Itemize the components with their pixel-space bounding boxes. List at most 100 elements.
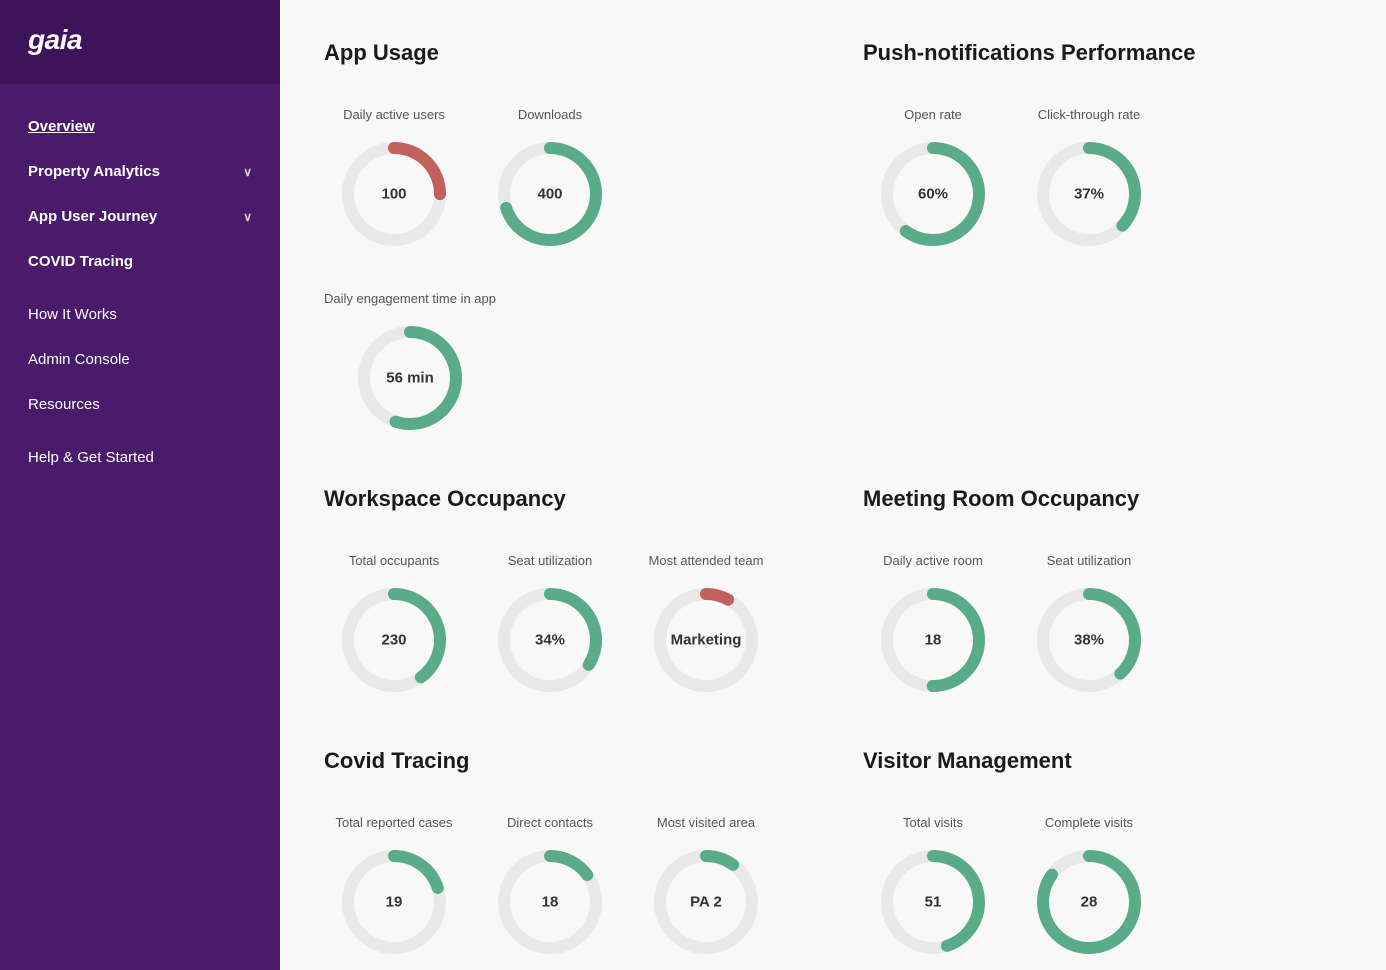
chevron-down-icon: ∨ (243, 165, 252, 179)
donut-chart: 19 (334, 842, 454, 962)
metric-label: Most visited area (657, 794, 755, 830)
donut-center-value: 400 (537, 186, 562, 203)
metric-card-pa2: Most visited area PA 2 (636, 794, 776, 962)
metric-card-38%: Seat utilization 38% (1019, 532, 1159, 700)
metric-label: Daily engagement time in app (324, 270, 496, 306)
metric-card-18: Direct contacts 18 (480, 794, 620, 962)
section-title: App Usage (324, 40, 803, 66)
sections-pair: App Usage Daily active users 100Downloads4… (324, 40, 1342, 486)
section-meeting-room-occupancy: Meeting Room Occupancy Daily active room 1… (863, 486, 1342, 700)
metric-label: Click-through rate (1038, 86, 1141, 122)
donut-chart: 28 (1029, 842, 1149, 962)
donut-chart: 56 min (350, 318, 470, 438)
section-title: Push-notifications Performance (863, 40, 1342, 66)
section-left: Workspace Occupancy Total occupants 230 Sea… (324, 486, 803, 748)
section-workspace-occupancy: Workspace Occupancy Total occupants 230 Sea… (324, 486, 803, 700)
metric-label: Total reported cases (335, 794, 452, 830)
donut-chart: Marketing (646, 580, 766, 700)
sidebar-item-label: Property Analytics (28, 163, 160, 180)
metrics-row: Open rate60% Click-through rate 37% (863, 86, 1342, 254)
donut-center-value: 18 (925, 632, 942, 649)
sidebar-item-property-analytics[interactable]: Property Analytics ∨ (0, 149, 280, 194)
sidebar-item-covid-tracing[interactable]: COVID Tracing (0, 239, 280, 284)
metrics-row: Daily active room 18 Seat utilization 38% (863, 532, 1342, 700)
section-right: Push-notifications Performance Open rate6… (863, 40, 1342, 486)
section-covid-tracing: Covid Tracing Total reported cases 19 Direc… (324, 748, 803, 962)
logo: gaia (0, 0, 280, 84)
metric-card-100: Daily active users 100 (324, 86, 464, 254)
sidebar-item-how-it-works[interactable]: How It Works (0, 292, 280, 337)
sidebar-item-help[interactable]: Help & Get Started (0, 435, 280, 480)
section-title: Covid Tracing (324, 748, 803, 774)
section-right: Meeting Room Occupancy Daily active room 1… (863, 486, 1342, 748)
sidebar-nav: OverviewProperty Analytics∨App User Jour… (0, 84, 280, 970)
sidebar: gaia OverviewProperty Analytics∨App User… (0, 0, 280, 970)
donut-center-value: 38% (1074, 632, 1104, 649)
sidebar-item-label: Admin Console (28, 351, 130, 368)
metric-card-19: Total reported cases 19 (324, 794, 464, 962)
donut-chart: 38% (1029, 580, 1149, 700)
metric-label: Total visits (903, 794, 963, 830)
metrics-row: Total reported cases 19 Direct contacts 18 M… (324, 794, 803, 962)
metric-label: Total occupants (349, 532, 439, 568)
sidebar-item-label: How It Works (28, 306, 117, 323)
metric-label: Daily active users (343, 86, 445, 122)
metric-card-60%: Open rate60% (863, 86, 1003, 254)
metric-label: Daily active room (883, 532, 983, 568)
metric-card-marketing: Most attended team Marketing (636, 532, 776, 700)
donut-center-value: 18 (542, 894, 559, 911)
sidebar-item-resources[interactable]: Resources (0, 382, 280, 427)
section-push-notifications: Push-notifications Performance Open rate6… (863, 40, 1342, 254)
metric-card-230: Total occupants 230 (324, 532, 464, 700)
section-right: Visitor ManagementTotal visits51Complete… (863, 748, 1342, 970)
donut-center-value: 34% (535, 632, 565, 649)
metric-card-28: Complete visits 28 (1019, 794, 1159, 962)
donut-chart: 34% (490, 580, 610, 700)
sections-pair: Covid Tracing Total reported cases 19 Direc… (324, 748, 1342, 970)
metric-label: Seat utilization (508, 532, 593, 568)
donut-center-value: 60% (918, 186, 948, 203)
metric-label: Complete visits (1045, 794, 1133, 830)
sidebar-item-admin-console[interactable]: Admin Console (0, 337, 280, 382)
metric-card-34%: Seat utilization 34% (480, 532, 620, 700)
metrics-row: Total visits 51 Complete visits 28 (863, 794, 1342, 962)
donut-chart: 60% (873, 134, 993, 254)
section-title: Meeting Room Occupancy (863, 486, 1342, 512)
donut-center-value: 28 (1081, 894, 1098, 911)
donut-center-value: PA 2 (690, 894, 722, 911)
logo-text: gaia (28, 24, 82, 55)
donut-chart: 230 (334, 580, 454, 700)
sidebar-item-overview[interactable]: Overview (0, 104, 280, 149)
donut-center-value: Marketing (671, 632, 742, 649)
donut-chart: PA 2 (646, 842, 766, 962)
donut-center-value: 230 (381, 632, 406, 649)
section-left: App Usage Daily active users 100Downloads4… (324, 40, 803, 486)
sidebar-item-label: Resources (28, 396, 100, 413)
sidebar-item-app-user-journey[interactable]: App User Journey ∨ (0, 194, 280, 239)
donut-chart: 18 (873, 580, 993, 700)
donut-chart: 100 (334, 134, 454, 254)
chevron-down-icon: ∨ (243, 210, 252, 224)
donut-chart: 18 (490, 842, 610, 962)
donut-center-value: 37% (1074, 186, 1104, 203)
metric-card-51: Total visits 51 (863, 794, 1003, 962)
sidebar-item-label: App User Journey (28, 208, 157, 225)
metric-label: Direct contacts (507, 794, 593, 830)
donut-chart: 37% (1029, 134, 1149, 254)
metric-card-56min: Daily engagement time in app 56 min (324, 270, 496, 438)
sidebar-item-label: COVID Tracing (28, 253, 133, 270)
donut-chart: 51 (873, 842, 993, 962)
section-left: Covid Tracing Total reported cases 19 Direc… (324, 748, 803, 970)
metric-label: Seat utilization (1047, 532, 1132, 568)
section-visitor-management: Visitor ManagementTotal visits51Complete… (863, 748, 1342, 962)
sidebar-item-label: Help & Get Started (28, 449, 154, 466)
metric-card-37%: Click-through rate 37% (1019, 86, 1159, 254)
donut-chart: 400 (490, 134, 610, 254)
metric-label: Most attended team (649, 532, 764, 568)
donut-center-value: 19 (386, 894, 403, 911)
section-title: Visitor Management (863, 748, 1342, 774)
donut-center-value: 56 min (386, 370, 434, 387)
metric-card-400: Downloads400 (480, 86, 620, 254)
section-title: Workspace Occupancy (324, 486, 803, 512)
section-app-usage: App Usage Daily active users 100Downloads4… (324, 40, 803, 438)
